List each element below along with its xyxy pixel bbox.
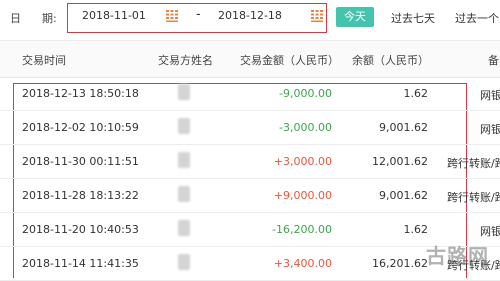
past-seven-days-link[interactable]: 过去七天: [391, 10, 435, 26]
table-header: 交易时间 交易方姓名 交易金额（人民币） 余额（人民币） 备: [0, 40, 500, 78]
date-separator: -: [196, 7, 201, 22]
calendar-icon[interactable]: [165, 9, 179, 23]
table-row[interactable]: 2018-11-30 00:11:51 +3,000.00 12,001.62 …: [0, 144, 500, 179]
past-month-link[interactable]: 过去一个: [455, 10, 499, 26]
row-balance: 9,001.62: [379, 189, 428, 202]
row-type: 网银: [480, 123, 500, 136]
table-row[interactable]: 2018-12-02 10:10:59 -3,000.00 9,001.62 网…: [0, 110, 500, 145]
header-time: 交易时间: [22, 54, 66, 67]
row-time: 2018-11-30 00:11:51: [22, 155, 139, 168]
row-balance: 16,201.62: [372, 257, 428, 270]
row-balance: 9,001.62: [379, 121, 428, 134]
header-counterparty: 交易方姓名: [158, 54, 213, 67]
header-balance: 余额（人民币）: [352, 54, 429, 67]
header-remark: 备: [488, 54, 499, 67]
row-type: 网银: [480, 89, 500, 102]
row-time: 2018-12-02 10:10:59: [22, 121, 139, 134]
redacted-name: [178, 220, 190, 236]
row-type: 网银: [480, 225, 500, 238]
row-amount: -3,000.00: [279, 121, 332, 134]
row-type: 跨行转账/跨: [447, 191, 500, 204]
date-filter-bar: 日 期: 2018-11-01 - 2018-12-18 今天 过去七天 过去一…: [0, 0, 500, 38]
end-date-input[interactable]: 2018-12-18: [218, 6, 282, 26]
row-balance: 1.62: [403, 87, 429, 100]
today-button[interactable]: 今天: [336, 7, 374, 27]
date-label: 日 期:: [10, 10, 57, 26]
calendar-icon[interactable]: [310, 9, 324, 23]
row-time: 2018-11-28 18:13:22: [22, 189, 139, 202]
row-time: 2018-11-20 10:40:53: [22, 223, 139, 236]
redacted-name: [178, 152, 190, 168]
watermark-logo: 古路网: [426, 244, 489, 268]
row-balance: 1.62: [403, 223, 429, 236]
row-amount: +9,000.00: [273, 189, 332, 202]
row-amount: -9,000.00: [279, 87, 332, 100]
row-time: 2018-11-14 11:41:35: [22, 257, 139, 270]
row-amount: -16,200.00: [272, 223, 332, 236]
redacted-name: [178, 118, 190, 134]
row-amount: +3,000.00: [273, 155, 332, 168]
date-label-part2: 期:: [42, 12, 57, 25]
row-time: 2018-12-13 18:50:18: [22, 87, 139, 100]
row-amount: +3,400.00: [273, 257, 332, 270]
table-row[interactable]: 2018-11-14 11:41:35 +3,400.00 16,201.62 …: [0, 246, 500, 281]
row-type: 跨行转账/跨: [447, 157, 500, 170]
row-balance: 12,001.62: [372, 155, 428, 168]
redacted-name: [178, 254, 190, 270]
redacted-name: [178, 84, 190, 100]
header-amount: 交易金额（人民币）: [240, 54, 339, 67]
redacted-name: [178, 186, 190, 202]
table-row[interactable]: 2018-11-28 18:13:22 +9,000.00 9,001.62 跨…: [0, 178, 500, 213]
date-label-part1: 日: [10, 12, 21, 25]
start-date-input[interactable]: 2018-11-01: [82, 6, 146, 26]
table-row[interactable]: 2018-12-13 18:50:18 -9,000.00 1.62 网银: [0, 76, 500, 111]
table-row[interactable]: 2018-11-20 10:40:53 -16,200.00 1.62 网银: [0, 212, 500, 247]
